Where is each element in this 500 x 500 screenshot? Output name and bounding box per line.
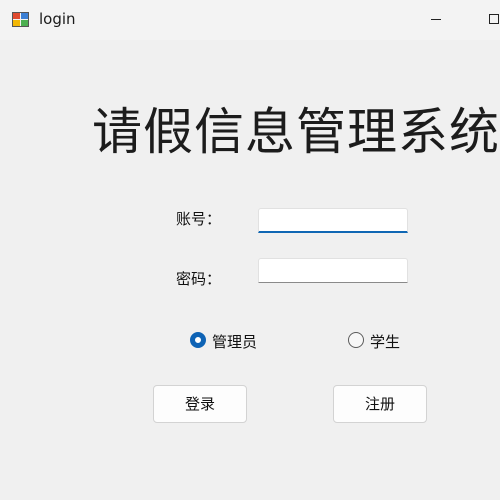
account-label: 账号： [176,210,222,228]
window-title: login [39,10,76,28]
login-window: login 请假信息管理系统 账号： 密码： 管理员 学生 登录 注册 [0,0,500,500]
minimize-icon [431,19,441,20]
maximize-button[interactable] [470,0,500,32]
app-icon [12,12,29,27]
page-title: 请假信息管理系统 [92,103,500,161]
title-bar[interactable]: login [0,0,500,40]
password-input[interactable] [258,258,408,283]
login-button[interactable]: 登录 [153,385,247,423]
account-input[interactable] [258,208,408,233]
register-button[interactable]: 注册 [333,385,427,423]
minimize-button[interactable] [412,0,458,32]
student-radio-label: 学生 [370,333,401,351]
admin-radio-label: 管理员 [212,333,258,351]
radio-unchecked-icon [348,332,364,348]
password-label: 密码： [176,270,222,288]
maximize-icon [489,14,499,24]
radio-checked-icon [190,332,206,348]
